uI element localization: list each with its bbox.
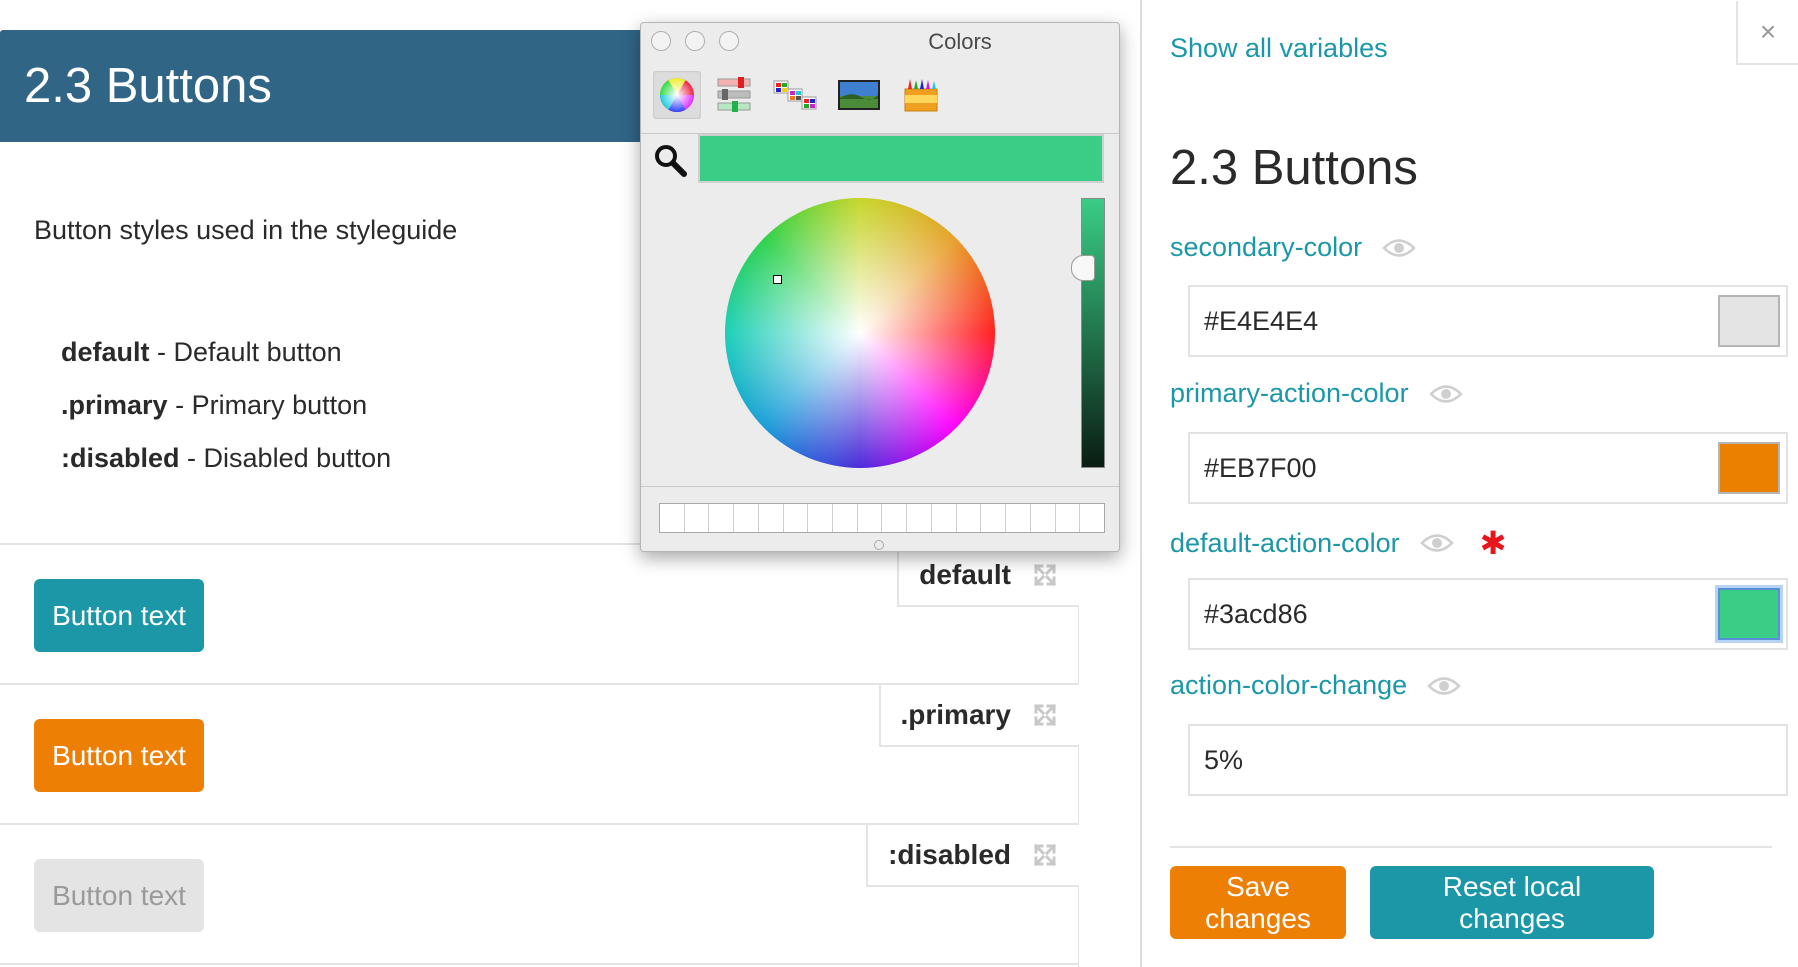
current-color-swatch[interactable] — [698, 134, 1104, 183]
color-well[interactable] — [1080, 504, 1104, 532]
close-icon: × — [1759, 16, 1777, 47]
color-palettes-icon[interactable] — [771, 71, 819, 119]
eye-icon[interactable] — [1427, 675, 1461, 697]
color-well[interactable] — [833, 504, 858, 532]
modifier-tag-label: default — [919, 559, 1011, 590]
color-well[interactable] — [1056, 504, 1081, 532]
saved-color-wells[interactable] — [659, 503, 1105, 533]
variable-label: primary-action-color — [1170, 378, 1463, 409]
example-row-disabled: Button text :disabled — [0, 823, 1079, 963]
modifier-desc: - Disabled button — [187, 443, 392, 473]
brightness-slider[interactable] — [1081, 198, 1105, 468]
color-well[interactable] — [1031, 504, 1056, 532]
color-swatch[interactable] — [1718, 442, 1780, 494]
modifier-tag-label: .primary — [900, 699, 1012, 730]
brightness-slider-knob[interactable] — [1071, 255, 1095, 281]
reset-local-changes-button[interactable]: Reset local changes — [1370, 866, 1654, 939]
modifier-name: .primary — [61, 390, 168, 420]
modifier-primary: .primary - Primary button — [61, 383, 391, 436]
fullscreen-icon[interactable] — [1033, 563, 1057, 587]
eye-icon[interactable] — [1428, 383, 1463, 405]
colors-toolbar — [641, 61, 1119, 134]
color-well[interactable] — [808, 504, 834, 532]
color-well[interactable] — [1006, 504, 1031, 532]
secondary-color-input[interactable] — [1190, 287, 1786, 355]
color-well[interactable] — [858, 504, 883, 532]
modifier-tag: .primary — [878, 685, 1079, 747]
fullscreen-icon[interactable] — [1033, 843, 1057, 867]
colors-divider — [641, 486, 1119, 487]
section-description: Button styles used in the styleguide — [34, 215, 458, 245]
colors-titlebar[interactable]: Colors — [641, 23, 1119, 57]
color-well[interactable] — [709, 504, 735, 532]
color-well[interactable] — [784, 504, 809, 532]
color-well[interactable] — [981, 504, 1007, 532]
primary-example-button[interactable]: Button text — [34, 719, 204, 792]
action-color-change-input[interactable] — [1190, 726, 1786, 794]
modifier-name: default — [61, 337, 150, 367]
primary-action-color-input[interactable] — [1190, 434, 1786, 502]
color-well[interactable] — [685, 504, 710, 532]
variable-field — [1188, 578, 1788, 650]
eye-icon[interactable] — [1382, 237, 1416, 259]
disabled-example-button: Button text — [34, 859, 204, 932]
modifier-default: default - Default button — [61, 330, 391, 383]
crayons-icon[interactable] — [897, 71, 945, 119]
colors-window-title: Colors — [928, 29, 992, 54]
example-row-default: Button text default — [0, 543, 1079, 683]
default-action-color-input[interactable] — [1190, 580, 1786, 648]
color-well[interactable] — [734, 504, 759, 532]
variables-panel: × Show all variables 2.3 Buttons seconda… — [1140, 0, 1798, 967]
modifier-tag: :disabled — [866, 825, 1079, 887]
color-well[interactable] — [932, 504, 957, 532]
variable-label: default-action-color ✱ — [1170, 524, 1506, 562]
modifier-desc: - Default button — [157, 337, 342, 367]
variable-name: secondary-color — [1170, 232, 1363, 262]
example-row-primary: Button text .primary — [0, 683, 1079, 823]
search-icon[interactable] — [651, 141, 691, 181]
color-well[interactable] — [882, 504, 908, 532]
modifier-tag-label: :disabled — [888, 839, 1011, 870]
resize-grip[interactable] — [874, 540, 884, 550]
variable-name: default-action-color — [1170, 527, 1400, 558]
variable-field — [1188, 432, 1788, 504]
variable-label: action-color-change — [1170, 670, 1461, 701]
close-panel-button[interactable]: × — [1736, 1, 1798, 65]
actions-divider — [1170, 846, 1772, 848]
show-all-variables-link[interactable]: Show all variables — [1170, 33, 1388, 64]
variable-name: primary-action-color — [1170, 378, 1409, 408]
panel-section-title: 2.3 Buttons — [1170, 141, 1418, 195]
color-sliders-icon[interactable] — [711, 71, 759, 119]
fullscreen-icon[interactable] — [1033, 703, 1057, 727]
modifier-tag: default — [897, 545, 1079, 607]
variable-name: action-color-change — [1170, 670, 1408, 700]
variable-field — [1188, 724, 1788, 796]
modifier-desc: - Primary button — [175, 390, 368, 420]
variable-label: secondary-color — [1170, 232, 1416, 263]
color-wheel-marker[interactable] — [773, 275, 782, 284]
color-well[interactable] — [957, 504, 982, 532]
color-wheel[interactable] — [725, 198, 995, 468]
modifier-disabled: :disabled - Disabled button — [61, 436, 391, 489]
color-swatch[interactable] — [1718, 295, 1780, 347]
examples-bottom-border — [0, 963, 1079, 965]
modifier-name: :disabled — [61, 443, 180, 473]
variable-field — [1188, 285, 1788, 357]
color-well[interactable] — [660, 504, 685, 532]
eye-icon[interactable] — [1419, 532, 1454, 554]
changed-asterisk-icon: ✱ — [1479, 525, 1507, 561]
color-swatch[interactable] — [1718, 588, 1780, 640]
default-example-button[interactable]: Button text — [34, 579, 204, 652]
modifier-list: default - Default button .primary - Prim… — [61, 330, 391, 489]
image-palettes-icon[interactable] — [835, 71, 883, 119]
color-well[interactable] — [759, 504, 784, 532]
colors-picker-window[interactable]: Colors — [640, 22, 1120, 552]
color-wheel-icon[interactable] — [653, 71, 701, 119]
save-changes-button[interactable]: Save changes — [1170, 866, 1346, 939]
color-well[interactable] — [907, 504, 932, 532]
